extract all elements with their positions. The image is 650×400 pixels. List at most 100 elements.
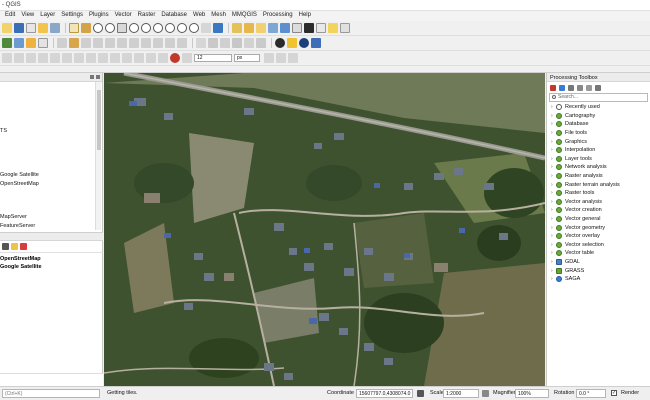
layer-item-google-satellite[interactable]: Google Satellite <box>0 264 42 270</box>
provider-raster-tools[interactable]: › Raster tools <box>547 189 650 198</box>
layer-item-openstreetmap[interactable]: OpenStreetMap <box>0 256 41 262</box>
browser-item-google-satellite[interactable]: Google Satellite <box>0 172 39 178</box>
menu-help[interactable]: Help <box>296 11 314 21</box>
menu-processing[interactable]: Processing <box>260 11 296 21</box>
simplify-icon[interactable] <box>26 53 36 63</box>
options-wrench-icon[interactable] <box>595 84 601 91</box>
merge-attributes-icon[interactable] <box>158 53 168 63</box>
menu-settings[interactable]: Settings <box>58 11 86 21</box>
coordinate-field[interactable]: 15607797.0,4308074.0 <box>356 389 413 398</box>
snapping-type-icon[interactable] <box>182 53 192 63</box>
annotation-icon[interactable] <box>340 23 350 33</box>
provider-vector-table[interactable]: › Vector table <box>547 249 650 258</box>
provider-recently-used[interactable]: › Recently used <box>547 103 650 112</box>
add-vector-layer-icon[interactable] <box>26 38 36 48</box>
rotate-feature-icon[interactable] <box>14 53 24 63</box>
magnifier-field[interactable]: 100% <box>515 389 549 398</box>
toggle-extents-icon[interactable] <box>417 390 424 397</box>
attribute-table-icon[interactable] <box>268 23 278 33</box>
provider-vector-general[interactable]: › Vector general <box>547 215 650 224</box>
provider-layer-tools[interactable]: › Layer tools <box>547 155 650 164</box>
menu-vector[interactable]: Vector <box>112 11 135 21</box>
browser-item-openstreetmap[interactable]: OpenStreetMap <box>0 181 39 187</box>
move-label-icon[interactable] <box>232 38 242 48</box>
zoom-in-icon[interactable] <box>93 23 103 33</box>
deselect-icon[interactable] <box>256 23 266 33</box>
delete-ring-icon[interactable] <box>74 53 84 63</box>
models-icon[interactable] <box>550 84 556 91</box>
rotation-field[interactable]: 0.0 ° <box>576 389 606 398</box>
delete-selected-icon[interactable] <box>117 38 127 48</box>
open-project-icon[interactable] <box>2 23 12 33</box>
results-viewer-icon[interactable] <box>577 84 583 91</box>
scale-field[interactable]: 1:2000 <box>443 389 479 398</box>
render-checkbox[interactable]: ✓ <box>611 390 617 396</box>
filter-legend-icon[interactable] <box>2 243 9 250</box>
edit-features-in-place-icon[interactable] <box>586 84 592 91</box>
change-label-icon[interactable] <box>256 38 266 48</box>
float-panel-icon[interactable] <box>90 75 94 79</box>
lock-scale-icon[interactable] <box>482 390 489 397</box>
add-group-icon[interactable] <box>11 243 18 250</box>
split-parts-icon[interactable] <box>134 53 144 63</box>
add-feature-icon[interactable] <box>93 38 103 48</box>
snapping-icon[interactable] <box>170 53 180 63</box>
menu-edit[interactable]: Edit <box>2 11 18 21</box>
close-panel-icon[interactable] <box>96 75 100 79</box>
rotate-label-icon[interactable] <box>244 38 254 48</box>
redo-icon[interactable] <box>177 38 187 48</box>
remove-layer-icon[interactable] <box>20 243 27 250</box>
menu-plugins[interactable]: Plugins <box>86 11 112 21</box>
zoom-last-icon[interactable] <box>177 23 187 33</box>
save-edits-icon[interactable] <box>81 38 91 48</box>
map-tips-icon[interactable] <box>328 23 338 33</box>
browser-item-mapserver[interactable]: MapServer <box>0 214 27 220</box>
processing-toolbox-icon[interactable] <box>292 23 302 33</box>
provider-cartography[interactable]: › Cartography <box>547 112 650 121</box>
provider-vector-analysis[interactable]: › Vector analysis <box>547 198 650 207</box>
merge-features-icon[interactable] <box>146 53 156 63</box>
provider-grass[interactable]: › GRASS <box>547 266 650 275</box>
measure-icon[interactable] <box>316 23 326 33</box>
provider-file-tools[interactable]: › File tools <box>547 129 650 138</box>
menu-view[interactable]: View <box>18 11 37 21</box>
plugin-earth-icon[interactable] <box>299 38 309 48</box>
statistical-summary-icon[interactable] <box>304 23 314 33</box>
vertex-tool-icon[interactable] <box>105 38 115 48</box>
intersection-icon[interactable] <box>276 53 286 63</box>
history-icon[interactable] <box>568 84 574 91</box>
delete-part-icon[interactable] <box>86 53 96 63</box>
copy-features-icon[interactable] <box>141 38 151 48</box>
provider-network-analysis[interactable]: › Network analysis <box>547 163 650 172</box>
reshape-icon[interactable] <box>98 53 108 63</box>
browser-item-featureserver[interactable]: FeatureServer <box>0 223 35 229</box>
menu-mmqgis[interactable]: MMQGIS <box>229 11 260 21</box>
pin-labels-icon[interactable] <box>208 38 218 48</box>
pan-map-icon[interactable] <box>69 23 79 33</box>
provider-vector-geometry[interactable]: › Vector geometry <box>547 223 650 232</box>
digitize-icon[interactable] <box>2 53 12 63</box>
offset-curve-icon[interactable] <box>110 53 120 63</box>
zoom-rubberband-icon[interactable] <box>117 23 127 33</box>
snapping-unit-select[interactable]: px <box>234 54 260 62</box>
save-project-icon[interactable] <box>14 23 24 33</box>
menu-raster[interactable]: Raster <box>135 11 159 21</box>
self-snap-icon[interactable] <box>288 53 298 63</box>
add-part-icon[interactable] <box>50 53 60 63</box>
provider-vector-selection[interactable]: › Vector selection <box>547 241 650 250</box>
map-canvas[interactable] <box>104 73 545 386</box>
new-print-layout-icon[interactable] <box>26 23 36 33</box>
label-tool-icon[interactable] <box>196 38 206 48</box>
plugin-globe-icon[interactable] <box>275 38 285 48</box>
provider-vector-creation[interactable]: › Vector creation <box>547 206 650 215</box>
provider-raster-terrain-analysis[interactable]: › Raster terrain analysis <box>547 180 650 189</box>
zoom-full-icon[interactable] <box>129 23 139 33</box>
new-map-view-icon[interactable] <box>201 23 211 33</box>
identify-features-icon[interactable] <box>232 23 242 33</box>
provider-vector-overlay[interactable]: › Vector overlay <box>547 232 650 241</box>
style-manager-icon[interactable] <box>50 23 60 33</box>
split-features-icon[interactable] <box>122 53 132 63</box>
field-calculator-icon[interactable] <box>280 23 290 33</box>
zoom-out-icon[interactable] <box>105 23 115 33</box>
select-features-icon[interactable] <box>244 23 254 33</box>
